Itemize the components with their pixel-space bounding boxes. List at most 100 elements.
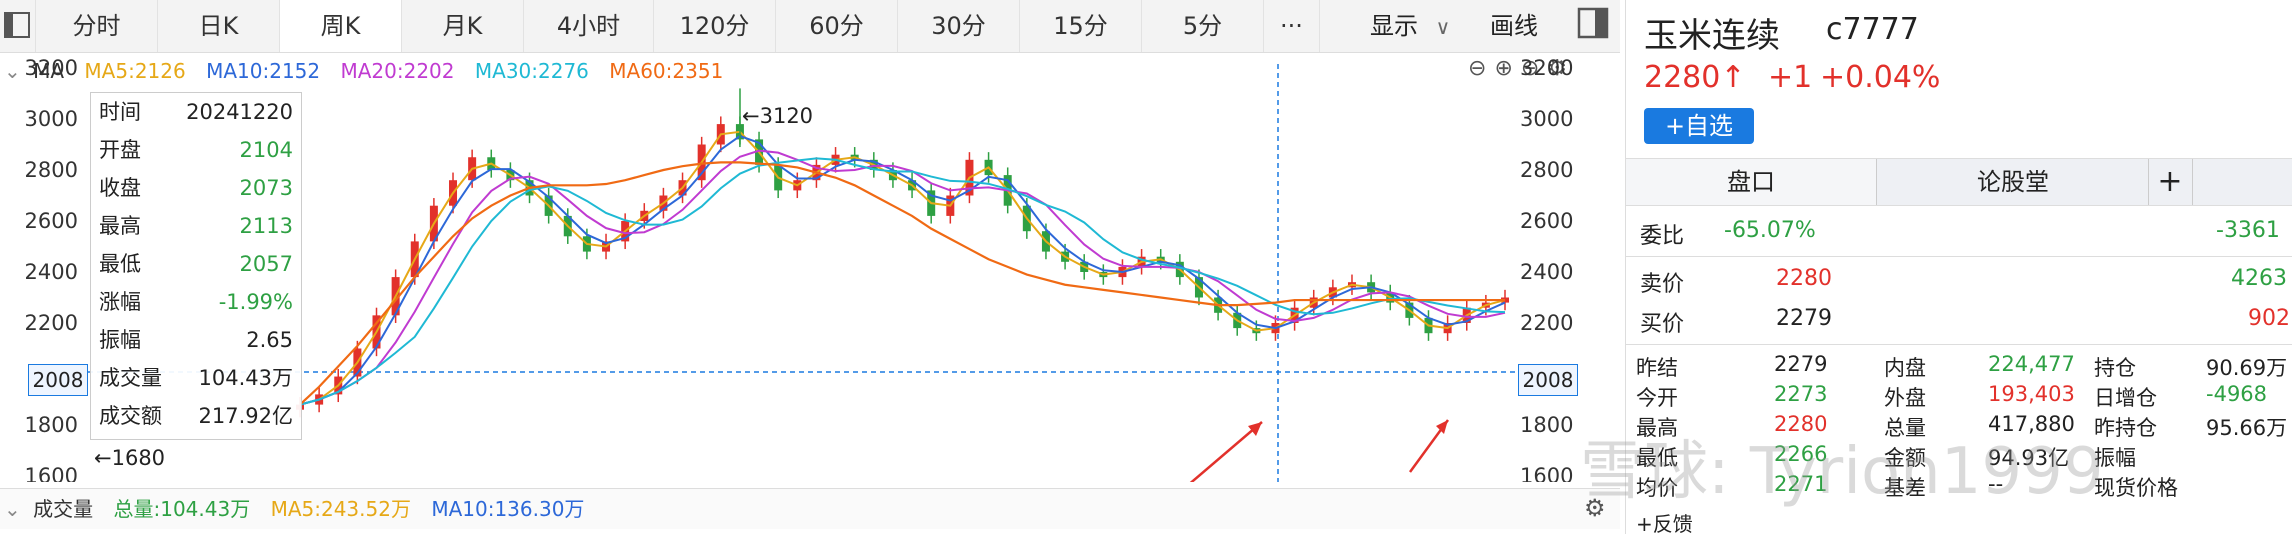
y-tick-label-right: 2600 [1520,209,1573,233]
tab-orderbook[interactable]: 盘口 [1626,159,1877,205]
tab-0[interactable]: 分时 [36,0,158,52]
y-tick-label-left: 2200 [25,311,78,335]
tooltip-row: 最低 2057 [91,245,301,283]
tooltip-key: 最高 [99,214,141,238]
divider [1626,256,2292,257]
tooltip-value: -1.99% [218,290,293,314]
y-tick-label-left: 3200 [25,56,78,80]
crosshair-y-label-left: 2008 [28,364,88,396]
stat-label: 今开 [1636,386,1678,410]
panel-toggle-icon[interactable] [1576,6,1612,46]
ma10-line [299,134,1506,406]
y-tick-label-left: 1800 [25,413,78,437]
tab-9[interactable]: 5分 [1142,0,1264,52]
stat-label: 外盘 [1884,386,1926,410]
stat-label: 持仓 [2094,356,2136,380]
volume-bar: ⌄ 成交量 总量:104.43万 MA5:243.52万 MA10:136.30… [0,488,1620,529]
tooltip-key: 成交额 [99,404,162,428]
volume-ma5: MA5:243.52万 [270,497,411,521]
tooltip-key: 最低 [99,252,141,276]
stat-label: 日增仓 [2094,386,2157,410]
display-label: 显示 [1370,12,1418,40]
y-tick-label-right: 1800 [1520,413,1573,437]
tooltip-key: 开盘 [99,138,141,162]
tooltip-value: 20241220 [186,100,293,124]
display-menu[interactable]: 显示 ∨ [1370,0,1450,52]
panel-tabs: 盘口 论股堂 + [1626,158,2292,206]
tooltip-row: 最高 2113 [91,207,301,245]
add-watchlist-button[interactable]: +自选 [1644,108,1754,144]
buy-price: 2279 [1776,306,1832,331]
y-tick-label-left: 2800 [25,158,78,182]
stat-value: 2273 [1774,382,1828,406]
tooltip-row: 涨幅 -1.99% [91,283,301,321]
tab-forum[interactable]: 论股堂 [1878,159,2149,205]
tooltip-row: 时间 20241220 [91,93,301,131]
tooltip-key: 成交量 [99,366,162,390]
stat-label: 昨结 [1636,356,1678,380]
tab-list: 分时 日K 周K 月K 4小时 120分 60分 30分 15分 5分 ··· [36,0,1320,52]
tooltip-key: 振幅 [99,328,141,352]
tooltip-value: 2104 [239,138,293,162]
tooltip-row: 成交量 104.43万 [91,359,301,397]
stat-label: 现货价格 [2094,476,2178,500]
sell-price: 2280 [1776,266,1832,291]
sell-label: 卖价 [1640,272,1685,297]
y-tick-label-right: 3200 [1520,56,1573,80]
tab-3[interactable]: 月K [402,0,524,52]
volume-label: 成交量 [33,497,94,521]
volume-ma10: MA10:136.30万 [431,497,585,521]
annotation-arrow-head [1248,422,1262,436]
tab-2[interactable]: 周K [280,0,402,52]
low-annotation: ←1680 [94,446,166,470]
y-tick-label-right: 2800 [1520,158,1573,182]
tab-4[interactable]: 4小时 [524,0,654,52]
ma5-line [299,130,1506,406]
tab-7[interactable]: 30分 [898,0,1020,52]
weibi-value: -65.07% [1724,218,1816,243]
buy-label: 买价 [1640,312,1685,337]
tooltip-value: 217.92亿 [198,404,293,428]
stat-value: 193,403 [1988,382,2075,406]
stat-value: 224,477 [1988,352,2075,376]
annotation-arrow [1189,421,1263,482]
tab-5[interactable]: 120分 [654,0,776,52]
candle-tooltip: 时间 20241220 开盘 2104 收盘 2073 最高 2113 最低 2057 涨幅 -1.9… [90,92,302,440]
stat-label: 内盘 [1884,356,1926,380]
weibi-label: 委比 [1640,224,1685,249]
watermark: 雪球: Tyrion1999 [1580,435,2104,509]
add-tab-icon[interactable]: + [2148,159,2193,205]
chevron-down-icon: ∨ [1435,15,1451,39]
tooltip-value: 2113 [239,214,293,238]
instrument-name: 玉米连续 [1644,16,1780,56]
tab-1[interactable]: 日K [158,0,280,52]
feedback-link[interactable]: +反馈 [1636,508,1693,537]
price-change-pct: +0.04% [1820,60,1941,95]
tab-8[interactable]: 15分 [1020,0,1142,52]
last-price: 2280↑ [1644,60,1746,95]
tooltip-key: 收盘 [99,176,141,200]
y-tick-label-right: 3000 [1520,107,1573,131]
ma60-line [299,161,1505,406]
tab-10[interactable]: ··· [1264,0,1320,52]
y-tick-label-left: 3000 [25,107,78,131]
collapse-icon[interactable]: ⌄ [4,497,21,521]
stat-value: 95.66万 [2206,416,2288,440]
tooltip-row: 成交额 217.92亿 [91,397,301,435]
tab-6[interactable]: 60分 [776,0,898,52]
tooltip-row: 开盘 2104 [91,131,301,169]
tooltip-row: 收盘 2073 [91,169,301,207]
tooltip-row: 振幅 2.65 [91,321,301,359]
stat-value: -4968 [2206,382,2268,406]
instrument-code: c7777 [1826,12,1919,47]
ma20-line [299,149,1506,406]
sidebar-toggle-icon[interactable] [0,0,36,52]
volume-total: 总量:104.43万 [113,497,251,521]
crosshair-y-label-right: 2008 [1518,364,1578,396]
buy-volume: 902 [2248,306,2290,331]
stat-value: 90.69万 [2206,356,2288,380]
tooltip-value: 2.65 [246,328,293,352]
draw-line-button[interactable]: 画线 [1490,0,1538,52]
high-annotation: ←3120 [742,104,814,128]
tooltip-value: 2057 [239,252,293,276]
